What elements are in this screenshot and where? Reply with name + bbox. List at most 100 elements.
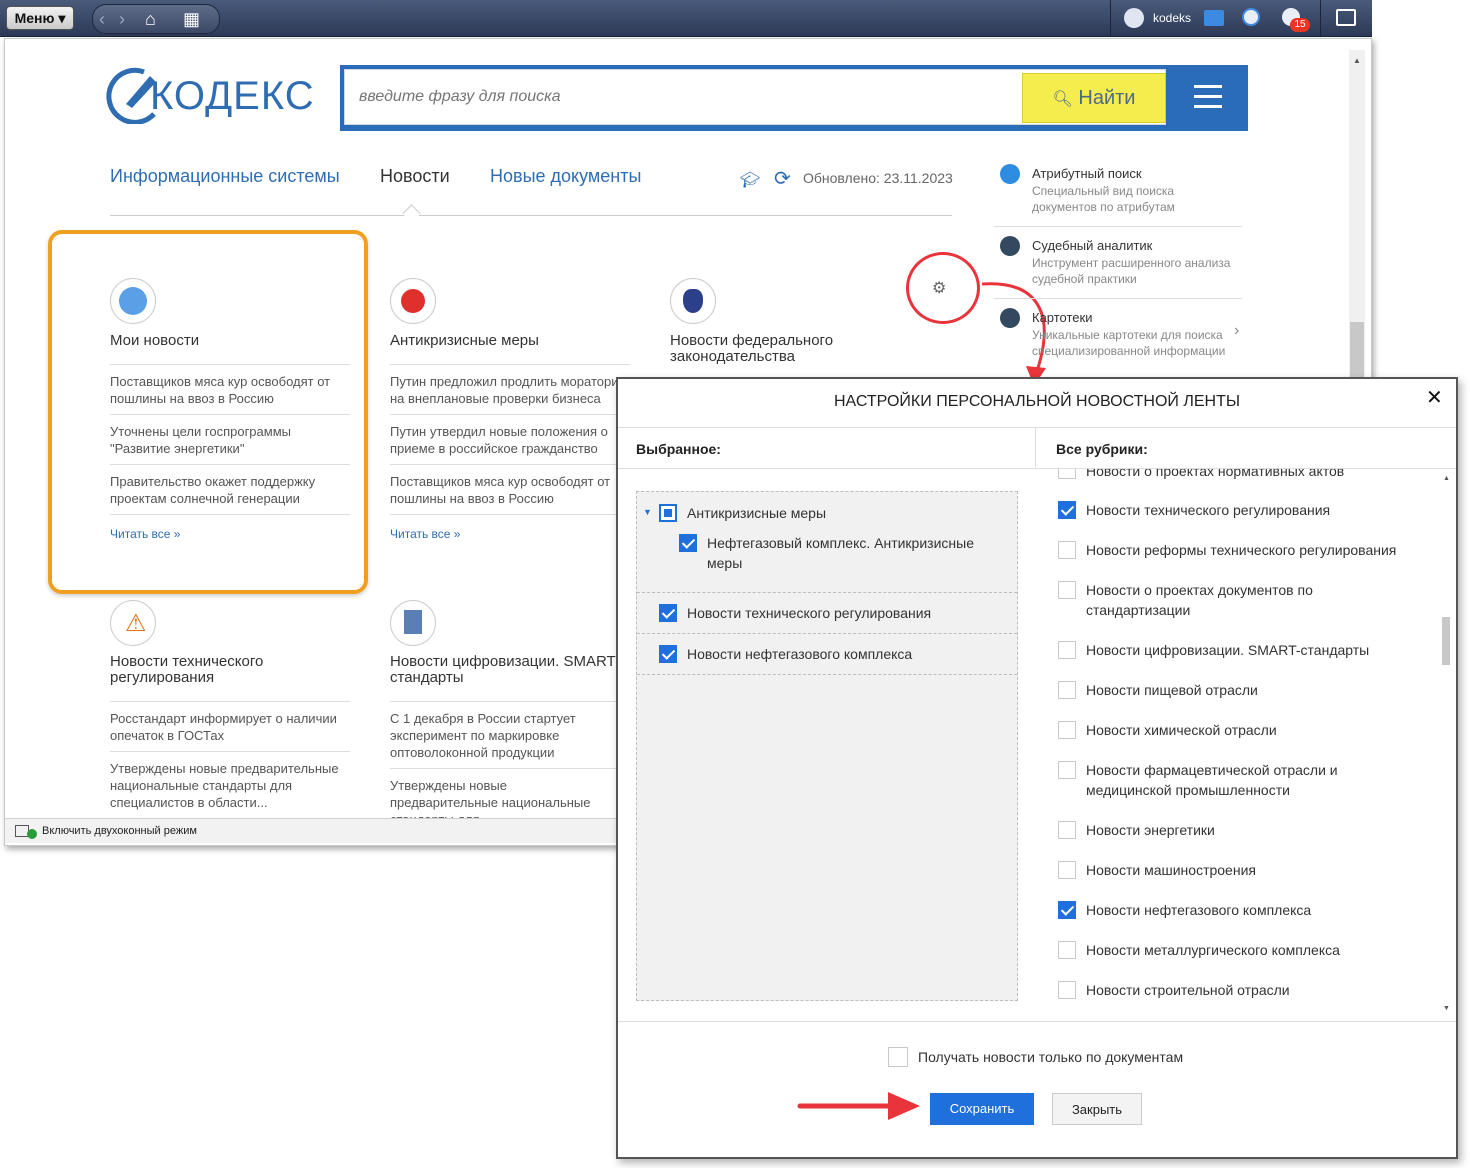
tree-item-label[interactable]: Новости технического регулирования <box>687 603 931 623</box>
tool-card-index[interactable]: Картотеки Уникальные картотеки для поиск… <box>994 304 1242 370</box>
rubric-label[interactable]: Новости о проектах документов по стандар… <box>1086 580 1346 620</box>
rubric-checkbox[interactable] <box>1058 901 1076 919</box>
home-icon[interactable]: ⌂ <box>145 5 156 33</box>
docs-only-label[interactable]: Получать новости только по документам <box>918 1047 1183 1067</box>
tree-checkbox[interactable] <box>659 645 677 663</box>
rubrics-list: Новости о проектах нормативных актов Нов… <box>1038 469 1438 1019</box>
rubric-label[interactable]: Новости машиностроения <box>1086 860 1256 880</box>
grid-icon[interactable]: ▦ <box>183 5 200 33</box>
gear-icon[interactable]: ⚙ <box>932 278 946 298</box>
refresh-icon[interactable]: ⟳ <box>774 166 791 191</box>
expand-caret-icon[interactable]: ▼ <box>643 507 652 517</box>
nav-group: ‹ › ⌂ ▦ <box>92 4 220 34</box>
card-federal-law-title[interactable]: Новости федерального законодательства <box>670 333 860 365</box>
tree-checkbox[interactable] <box>659 604 677 622</box>
attribute-search-icon <box>1000 164 1020 184</box>
search-button[interactable]: 🔍︎ Найти <box>1022 73 1166 123</box>
rubric-label[interactable]: Новости химической отрасли <box>1086 720 1277 740</box>
tab-news[interactable]: Новости <box>380 166 450 187</box>
rubric-label[interactable]: Новости пищевой отрасли <box>1086 680 1258 700</box>
close-button[interactable]: Закрыть <box>1052 1093 1142 1125</box>
notification-badge: 15 <box>1290 18 1310 32</box>
save-button[interactable]: Сохранить <box>930 1093 1034 1125</box>
card-my-news-title[interactable]: Мои новости <box>110 333 199 349</box>
hamburger-menu-icon[interactable] <box>1186 83 1226 113</box>
chevron-right-icon: › <box>1234 322 1240 339</box>
tool-attribute-search[interactable]: Атрибутный поиск Специальный вид поиска … <box>994 160 1242 227</box>
main-scrollbar[interactable]: ▲ <box>1349 50 1365 380</box>
news-item[interactable]: С 1 декабря в России стартует эксперимен… <box>390 710 616 761</box>
rubric-checkbox[interactable] <box>1058 641 1076 659</box>
selected-tree: ▼ Антикризисные меры Нефтегазовый компле… <box>636 491 1018 1001</box>
read-all-link[interactable]: Читать все » <box>110 527 180 541</box>
news-item[interactable]: Правительство окажет поддержку проектам … <box>110 473 346 507</box>
news-item[interactable]: Путин утвердил новые положения о приеме … <box>390 423 626 457</box>
rubric-checkbox[interactable] <box>1058 821 1076 839</box>
graduation-cap-icon[interactable]: 🎓︎ <box>740 170 760 190</box>
rubrics-scrollbar[interactable]: ▲ ▼ <box>1440 471 1452 1017</box>
rubric-checkbox[interactable] <box>1058 501 1076 519</box>
rubric-checkbox[interactable] <box>1058 681 1076 699</box>
my-news-highlight <box>48 230 368 594</box>
rubric-label[interactable]: Новости энергетики <box>1086 820 1215 840</box>
docs-only-checkbox[interactable] <box>888 1047 908 1067</box>
rubric-label[interactable]: Новости строительной отрасли <box>1086 980 1290 1000</box>
back-icon[interactable]: ‹ <box>99 5 105 33</box>
read-all-link[interactable]: Читать все » <box>390 527 460 541</box>
coat-of-arms-icon <box>670 278 716 324</box>
card-anticrisis-title[interactable]: Антикризисные меры <box>390 333 539 349</box>
user-avatar-icon[interactable] <box>1124 8 1144 28</box>
user-icon <box>110 278 156 324</box>
card-tech-reg-title[interactable]: Новости технического регулирования <box>110 654 300 686</box>
tree-checkbox[interactable] <box>679 534 697 552</box>
tree-checkbox[interactable] <box>659 504 677 522</box>
dialog-title: НАСТРОЙКИ ПЕРСОНАЛЬНОЙ НОВОСТНОЙ ЛЕНТЫ <box>833 393 1241 410</box>
news-item[interactable]: Уточнены цели госпрограммы "Развитие эне… <box>110 423 346 457</box>
tab-information-systems[interactable]: Информационные системы <box>110 166 340 187</box>
chat-icon[interactable] <box>1336 9 1356 26</box>
forward-icon[interactable]: › <box>119 5 125 33</box>
rubric-label[interactable]: Новости о проектах нормативных актов <box>1086 469 1344 481</box>
tree-item-label[interactable]: Антикризисные меры <box>687 503 826 523</box>
rubric-checkbox[interactable] <box>1058 581 1076 599</box>
rubric-label[interactable]: Новости технического регулирования <box>1086 500 1330 520</box>
tree-item-label[interactable]: Новости нефтегазового комплекса <box>687 644 912 664</box>
rubric-label[interactable]: Новости цифровизации. SMART-стандарты <box>1086 640 1369 660</box>
top-toolbar: Меню ▾ ‹ › ⌂ ▦ kodeks 15 <box>0 0 1372 37</box>
card-index-icon <box>1000 308 1020 328</box>
rubric-checkbox[interactable] <box>1058 541 1076 559</box>
close-icon[interactable]: ✕ <box>1426 385 1443 410</box>
search-icon: 🔍︎ <box>1052 91 1073 108</box>
news-item[interactable]: Росстандарт информирует о наличии опечат… <box>110 710 346 744</box>
rubric-checkbox[interactable] <box>1058 941 1076 959</box>
rubric-checkbox[interactable] <box>1058 469 1076 479</box>
clock-icon[interactable] <box>1242 8 1260 26</box>
rubric-label[interactable]: Новости нефтегазового комплекса <box>1086 900 1311 920</box>
news-item[interactable]: Поставщиков мяса кур освободят от пошлин… <box>390 473 626 507</box>
updated-label: Обновлено: 23.11.2023 <box>803 170 953 186</box>
status-bar: Включить двухоконный режим <box>5 818 625 843</box>
rubric-checkbox[interactable] <box>1058 721 1076 739</box>
save-arrow-icon <box>797 1092 920 1120</box>
username[interactable]: kodeks <box>1153 11 1191 25</box>
two-window-mode-link[interactable]: Включить двухоконный режим <box>42 819 197 843</box>
news-item[interactable]: Поставщиков мяса кур освободят от пошлин… <box>110 373 346 407</box>
rubric-label[interactable]: Новости металлургического комплекса <box>1086 940 1340 960</box>
folder-icon[interactable] <box>1204 10 1224 26</box>
rubric-checkbox[interactable] <box>1058 981 1076 999</box>
tree-item-label[interactable]: Нефтегазовый комплекс. Антикризисные мер… <box>707 533 997 573</box>
document-icon <box>390 600 436 646</box>
search-button-label: Найти <box>1078 87 1136 109</box>
rubric-checkbox[interactable] <box>1058 761 1076 779</box>
rubric-label[interactable]: Новости фармацевтической отрасли и медиц… <box>1086 760 1366 800</box>
news-item[interactable]: Утверждены новые предварительные национа… <box>110 760 346 811</box>
rubric-checkbox[interactable] <box>1058 861 1076 879</box>
kodeks-logo[interactable]: КОДЕКС <box>104 64 314 129</box>
rubric-label[interactable]: Новости реформы технического регулирован… <box>1086 540 1396 560</box>
tool-court-analytics[interactable]: Судебный аналитик Инструмент расширенног… <box>994 232 1242 299</box>
menu-button[interactable]: Меню ▾ <box>6 6 74 30</box>
tab-new-documents[interactable]: Новые документы <box>490 166 641 187</box>
news-item[interactable]: Путин предложил продлить моратори на вне… <box>390 373 626 407</box>
compass-icon: ⚠︎ <box>110 600 156 646</box>
card-digital-title[interactable]: Новости цифровизации. SMART стандарты <box>390 654 618 686</box>
